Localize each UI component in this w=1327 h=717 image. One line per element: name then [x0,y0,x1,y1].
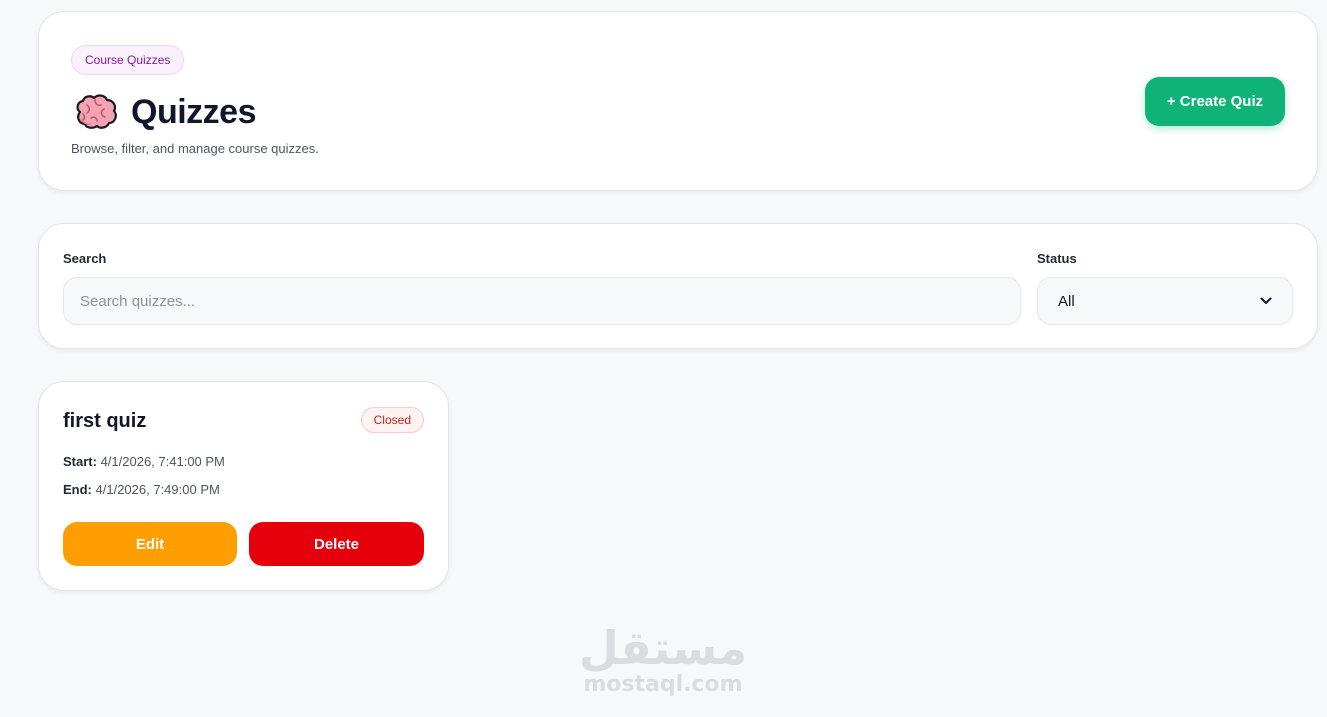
delete-button[interactable]: Delete [249,522,424,566]
edit-button[interactable]: Edit [63,522,237,566]
quiz-title: first quiz [63,410,147,432]
chevron-down-icon [1260,297,1272,304]
status-label: Status [1037,251,1077,266]
quiz-card: first quiz Closed Start: 4/1/2026, 7:41:… [38,381,449,591]
quizzes-page: Course Quizzes Quizzes Browse, filter, a… [0,0,1327,717]
search-label: Search [63,251,107,266]
status-badge: Closed [360,407,424,433]
start-label: Start: [63,454,97,469]
end-label: End: [63,482,92,497]
title-row: Quizzes [73,92,256,132]
watermark-logo: مستقل [578,621,748,675]
create-quiz-button[interactable]: + Create Quiz [1145,77,1285,126]
watermark-text: mostaql.com [583,672,743,697]
search-input[interactable] [63,277,1021,325]
page-subtitle: Browse, filter, and manage course quizze… [71,141,319,156]
course-quizzes-badge: Course Quizzes [71,45,185,75]
brain-icon [76,94,117,129]
watermark: مستقل mostaql.com [563,622,763,696]
start-value: 4/1/2026, 7:41:00 PM [100,454,225,469]
status-select[interactable]: All [1037,277,1293,325]
quiz-end-row: End: 4/1/2026, 7:49:00 PM [63,482,220,497]
end-value: 4/1/2026, 7:49:00 PM [95,482,220,497]
page-header-card: Course Quizzes Quizzes Browse, filter, a… [38,11,1318,191]
filter-card: Search Status All [38,223,1318,349]
page-title: Quizzes [131,92,256,131]
quiz-start-row: Start: 4/1/2026, 7:41:00 PM [63,454,225,469]
status-select-value: All [1058,292,1075,310]
